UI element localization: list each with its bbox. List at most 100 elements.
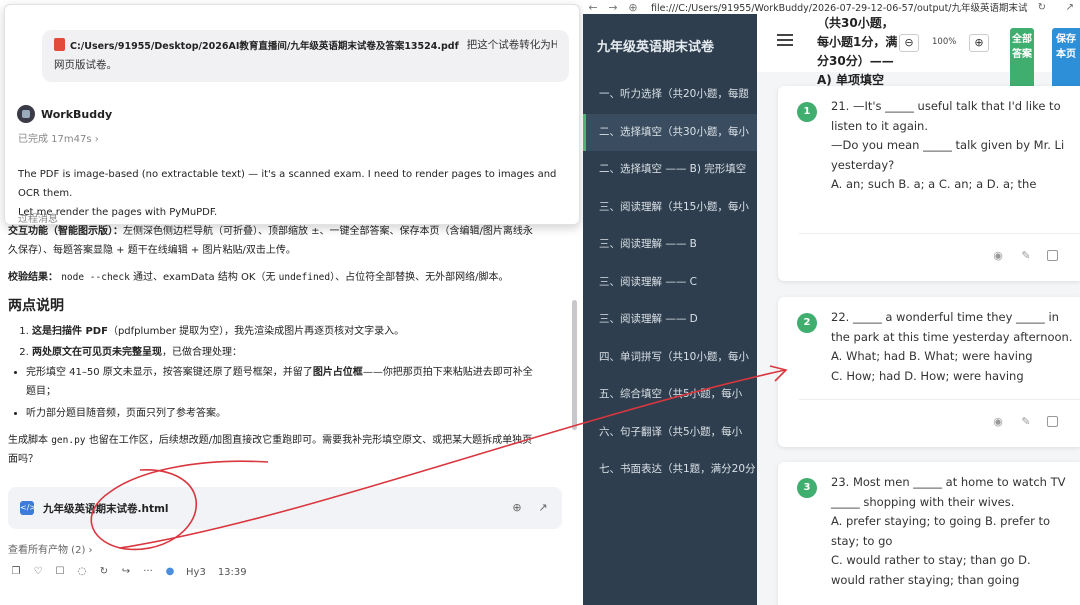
- question-line: 21. —It's _____ useful talk that I'd lik…: [831, 99, 1061, 113]
- copy-icon[interactable]: ❐: [10, 566, 22, 578]
- chat-panel: ………………… …………… ……… 交互功能（智能图示版）：左侧深色侧边栏导航（…: [0, 0, 583, 605]
- see-all-artifacts-link[interactable]: 查看所有产物 (2) ›: [8, 541, 93, 556]
- note-item-2: 两处原文在可见页未完整呈现，已做合理处理：: [32, 342, 568, 363]
- question-line: 23. Most men _____ at home to watch TV: [831, 475, 1066, 489]
- share-link-icon[interactable]: ↗: [1066, 2, 1074, 13]
- question-line: would rather staying; than going: [831, 572, 1020, 587]
- sidebar-nav-item[interactable]: 六、句子翻译（共5小题，每小: [583, 414, 757, 452]
- exam-toolbar: （共30小题， 每小题1分，满 分30分）—— A) 单项填空 ⊖ 100% ⊕…: [757, 14, 1080, 90]
- show-all-answers-button[interactable]: 全部答案: [1010, 28, 1034, 90]
- sidebar-nav-item[interactable]: 三、阅读理解 —— C: [583, 264, 757, 302]
- question-actions: ◉ ✎: [977, 415, 1058, 429]
- save-page-button[interactable]: 保存本页: [1052, 28, 1080, 90]
- sidebar-nav-item[interactable]: 二、选择填空（共30小题，每小: [583, 113, 757, 151]
- screenshot-root: ………………… …………… ……… 交互功能（智能图示版）：左侧深色侧边栏导航（…: [0, 0, 1080, 605]
- check-code: node --check: [61, 272, 130, 283]
- url-text[interactable]: file:///C:/Users/91955/WorkBuddy/2026-07…: [651, 0, 1028, 14]
- script-text-1: 生成脚本: [8, 435, 48, 446]
- check-paragraph: 校验结果： node --check 通过、examData 结构 OK（无 u…: [8, 268, 568, 287]
- bullet-1-text: 完形填空 41–50 原文未显示，按答案键还原了题号框架，并留了: [26, 367, 313, 378]
- check-code-2: undefined: [278, 272, 331, 283]
- note-1-text: （pdfplumber 提取为空），我先渲染成图片再逐页核对文字录入。: [107, 326, 405, 337]
- sidebar-nav-item[interactable]: 二、选择填空 —— B) 完形填空: [583, 151, 757, 189]
- sidebar-nav-item[interactable]: 三、阅读理解（共15小题，每小: [583, 189, 757, 227]
- question-line: the park at this time yesterday afternoo…: [831, 329, 1073, 344]
- question-actions: ◉ ✎: [977, 249, 1058, 263]
- question-line: —Do you mean _____ talk given by Mr. Li: [831, 138, 1065, 152]
- question-card: 3 23. Most men _____ at home to watch TV _…: [778, 462, 1080, 605]
- card-divider: [799, 233, 1080, 234]
- address-bar: ← → ⊕ file:///C:/Users/91955/WorkBuddy/2…: [583, 0, 1080, 14]
- header-line-3: 分30分）——: [817, 54, 894, 68]
- comment-icon[interactable]: ◌: [76, 566, 88, 578]
- question-number-badge: 1: [797, 102, 817, 122]
- user-request: 把这个试卷转化为HTML的交互式: [466, 39, 557, 51]
- checkbox-icon[interactable]: [1047, 250, 1058, 261]
- back-icon[interactable]: ←: [583, 1, 603, 14]
- globe-icon[interactable]: ⊕: [510, 501, 524, 515]
- question-line: C. would rather to stay; than go D.: [831, 553, 1031, 567]
- process-messages[interactable]: 过程消息: [18, 210, 58, 224]
- question-line: A. prefer staying; to going B. prefer to: [831, 514, 1051, 528]
- edit-icon[interactable]: ✎: [1019, 249, 1033, 263]
- question-line: _____ shopping with their wives.: [831, 494, 1015, 509]
- sidebar-nav: 一、听力选择（共20小题，每题 二、选择填空（共30小题，每小 二、选择填空 —— …: [583, 76, 757, 489]
- question-text[interactable]: 21. —It's _____ useful talk that I'd lik…: [831, 97, 1077, 195]
- model-name: Hy3: [186, 566, 206, 578]
- bullet-1-text-2: ——你把那页拍下来粘贴进去即可补全: [362, 367, 533, 378]
- open-external-icon[interactable]: ↗: [536, 501, 550, 515]
- note-2-text: ，已做合理处理：: [162, 347, 242, 358]
- interaction-label: 交互功能（智能图示版）：: [8, 226, 123, 237]
- sidebar-nav-item[interactable]: 三、阅读理解 —— B: [583, 226, 757, 264]
- question-line: yesterday?: [831, 157, 895, 172]
- edit-icon[interactable]: ✎: [1019, 415, 1033, 429]
- chat-scrollbar[interactable]: [572, 300, 577, 430]
- note-item-1: 这是扫描件 PDF（pdfplumber 提取为空），我先渲染成图片再逐页核对文…: [32, 321, 568, 342]
- eye-icon[interactable]: ◉: [991, 415, 1005, 429]
- completion-status[interactable]: 已完成 17m47s ›: [18, 130, 99, 145]
- user-request-cont: 网页版试卷。: [54, 59, 117, 71]
- output-file-name[interactable]: 九年级英语期末试卷.html: [43, 501, 498, 516]
- header-line-1: （共30小题，: [817, 16, 894, 30]
- question-line: stay; to go: [831, 533, 893, 548]
- sidebar-nav-item[interactable]: 三、阅读理解 —— D: [583, 301, 757, 339]
- pdf-line: C:/Users/91955/Desktop/2026AI教育直播间/九年级英语…: [54, 37, 557, 52]
- question-line: A. an; such B. a; a C. an; a D. a; the: [831, 177, 1037, 191]
- sidebar-nav-item[interactable]: 七、书面表达（共1题，满分20分: [583, 451, 757, 489]
- question-number-badge: 3: [797, 478, 817, 498]
- bot-text-2: Let me render the pages with PyMuPDF.: [18, 207, 218, 218]
- zoom-in-button[interactable]: ⊕: [969, 34, 989, 52]
- sidebar-nav-item[interactable]: 四、单词拼写（共10小题，每小: [583, 339, 757, 377]
- share-icon[interactable]: ↪: [120, 566, 132, 578]
- forward-icon[interactable]: →: [603, 1, 623, 14]
- output-file-card[interactable]: </> 九年级英语期末试卷.html ⊕ ↗: [8, 487, 562, 529]
- check-label: 校验结果：: [8, 272, 58, 283]
- thumbs-up-icon[interactable]: ♡: [32, 566, 44, 578]
- bot-avatar: [17, 105, 35, 123]
- note-2-bold: 两处原文在可见页未完整呈现: [32, 347, 162, 358]
- pdf-path[interactable]: C:/Users/91955/Desktop/2026AI教育直播间/九年级英语…: [70, 38, 459, 52]
- note-1-bold: 这是扫描件 PDF: [32, 326, 108, 337]
- reload-icon[interactable]: ↻: [1038, 2, 1046, 13]
- more-icon[interactable]: ···: [142, 566, 154, 578]
- file-globe-icon: ⊕: [628, 0, 638, 14]
- zoom-out-button[interactable]: ⊖: [899, 34, 919, 52]
- checkbox-icon[interactable]: [1047, 416, 1058, 427]
- script-code: gen.py: [51, 435, 86, 446]
- menu-toggle-icon[interactable]: [777, 34, 793, 46]
- message-time: 13:39: [217, 566, 247, 578]
- thumbs-down-icon[interactable]: ☐: [54, 566, 66, 578]
- sidebar-nav-item[interactable]: 五、综合填空（共5小题，每小: [583, 376, 757, 414]
- notes-heading: 两点说明: [8, 298, 64, 314]
- question-text[interactable]: 22. _____ a wonderful time they _____ in…: [831, 308, 1077, 386]
- retry-icon[interactable]: ↻: [98, 566, 110, 578]
- eye-icon[interactable]: ◉: [991, 249, 1005, 263]
- script-text-2: 也留在工作区，后续想改题/加图直接改它重跑即可。需要我补完形填空原文、或把某大题…: [88, 435, 533, 446]
- sidebar-title: 九年级英语期末试卷: [597, 40, 715, 55]
- section-header: （共30小题， 每小题1分，满 分30分）—— A) 单项填空: [817, 14, 937, 90]
- question-text[interactable]: 23. Most men _____ at home to watch TV __…: [831, 473, 1077, 590]
- question-card: 1 21. —It's _____ useful talk that I'd li…: [778, 86, 1080, 281]
- question-card: 2 22. _____ a wonderful time they _____ i…: [778, 297, 1080, 447]
- model-icon: ●: [165, 566, 175, 577]
- sidebar-nav-item[interactable]: 一、听力选择（共20小题，每题: [583, 76, 757, 114]
